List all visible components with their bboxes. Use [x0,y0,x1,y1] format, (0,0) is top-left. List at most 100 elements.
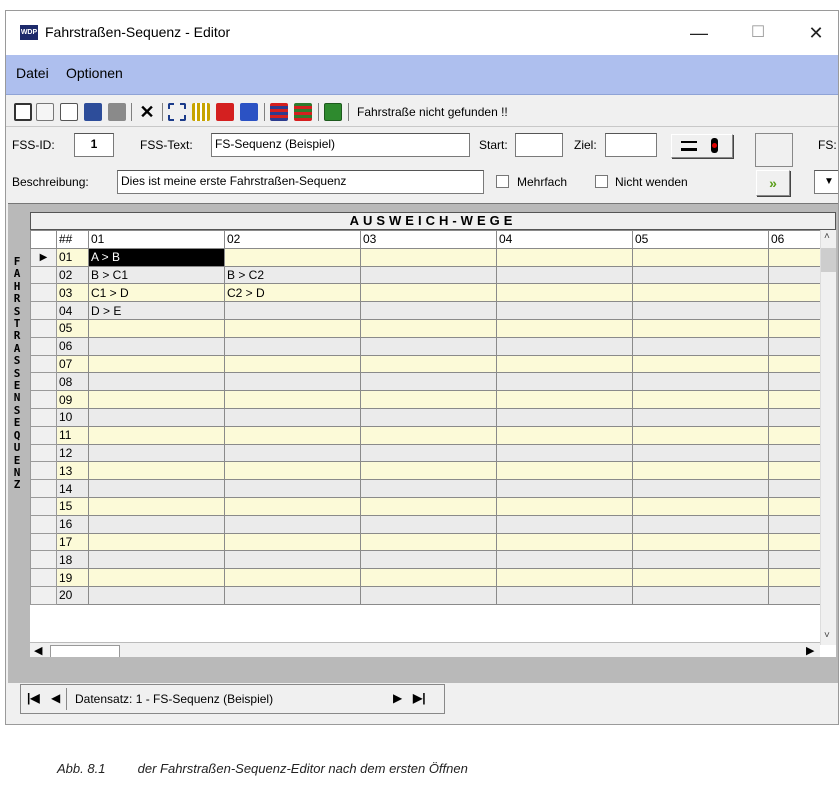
delete-icon[interactable]: ✕ [138,103,156,121]
route-cell[interactable] [496,479,633,498]
ziel-field[interactable] [605,133,657,157]
table-row[interactable]: ▶ 01 A > B [30,247,829,267]
swap-icon[interactable] [240,103,258,121]
route-cell[interactable] [224,301,361,320]
route-cell[interactable] [632,496,769,516]
route-cell[interactable] [88,585,225,605]
table-row[interactable]: 09 [30,390,829,409]
route-cell[interactable] [88,354,225,374]
table-row[interactable]: 06 [30,336,829,356]
route-cell[interactable] [632,568,769,587]
route-cell[interactable] [88,407,225,427]
minimize-button[interactable]: — [679,19,719,47]
route-cell[interactable] [496,407,633,427]
route-cell[interactable] [224,496,361,516]
table-row[interactable]: 18 [30,550,829,570]
route-cell[interactable] [632,336,769,356]
route-cell[interactable] [632,407,769,427]
route-cell[interactable] [224,550,361,570]
grid-icon[interactable] [192,103,210,121]
scroll-thumb[interactable] [821,248,836,272]
table-row[interactable]: 17 [30,532,829,552]
route-cell[interactable] [360,407,497,427]
scroll-right-icon[interactable]: ▶ [806,644,814,657]
last-record-icon[interactable]: ▶| [413,691,426,705]
table-row[interactable]: 08 [30,372,829,392]
route-cell[interactable] [224,354,361,374]
maximize-button[interactable]: ☐ [738,19,778,47]
route-cell[interactable]: B > C1 [88,265,225,285]
first-record-icon[interactable]: |◀ [27,691,40,705]
route-cell[interactable] [224,585,361,605]
route-cell[interactable] [632,354,769,374]
mehrfach-checkbox[interactable] [496,175,509,188]
row-selector[interactable] [30,532,57,552]
route-cell[interactable] [632,514,769,534]
route-cell[interactable] [88,479,225,498]
table-row[interactable]: 12 [30,443,829,463]
row-selector[interactable] [30,283,57,303]
exit-icon[interactable] [324,103,342,121]
new-window-icon[interactable] [14,103,32,121]
route-cell[interactable] [360,514,497,534]
route-cell[interactable] [360,336,497,356]
route-cell[interactable] [496,336,633,356]
route-cell[interactable] [496,496,633,516]
route-cell[interactable] [496,461,633,481]
column-header[interactable]: 05 [632,230,769,249]
table-row[interactable]: 04 D > E [30,301,829,320]
route-cell[interactable] [496,585,633,605]
current-row-indicator[interactable]: ▶ [30,247,57,267]
table-row[interactable]: 10 [30,407,829,427]
route-cell[interactable] [88,425,225,445]
route-cell[interactable] [224,514,361,534]
route-cell[interactable] [88,336,225,356]
route-cell[interactable] [632,265,769,285]
route-cell[interactable] [224,372,361,392]
hscroll-thumb[interactable] [50,645,120,657]
route-cell[interactable] [632,318,769,338]
route-cell[interactable] [360,550,497,570]
beschreibung-field[interactable]: Dies ist meine erste Fahrstraßen-Sequenz [117,170,484,194]
row-selector[interactable] [30,372,57,392]
route-cell[interactable] [88,318,225,338]
route-cell[interactable] [360,532,497,552]
table-row[interactable]: 11 [30,425,829,445]
route-cell[interactable] [360,390,497,409]
vertical-scrollbar[interactable]: ˄ ˅ [820,230,836,645]
table-row[interactable]: 05 [30,318,829,338]
route-cell[interactable] [360,265,497,285]
table-row[interactable]: 02 B > C1 B > C2 [30,265,829,285]
route-cell[interactable] [360,283,497,303]
table-row[interactable]: 20 [30,585,829,605]
table-row[interactable]: 19 [30,568,829,587]
route-cell[interactable] [224,425,361,445]
route-cell[interactable] [88,532,225,552]
save-icon[interactable] [84,103,102,121]
route-cell[interactable] [632,461,769,481]
route-cell[interactable] [88,496,225,516]
print-icon[interactable] [108,103,126,121]
route-cell[interactable] [496,514,633,534]
route-cell[interactable] [496,265,633,285]
route-cell[interactable] [496,372,633,392]
route-cell[interactable] [360,443,497,463]
row-selector[interactable] [30,568,57,587]
route-cell[interactable] [496,318,633,338]
route-cell[interactable] [632,479,769,498]
route-cell[interactable] [224,479,361,498]
route-cell[interactable] [632,425,769,445]
route-cell[interactable] [88,461,225,481]
route-cell[interactable] [496,550,633,570]
row-selector[interactable] [30,585,57,605]
number-icon[interactable] [216,103,234,121]
route-cell[interactable] [360,372,497,392]
route-cell[interactable]: A > B [88,247,225,267]
route-cell[interactable] [496,532,633,552]
scroll-up-icon[interactable]: ˄ [824,231,830,242]
route-cell[interactable] [224,407,361,427]
route-cell[interactable] [496,247,633,267]
route-export-icon[interactable] [294,103,312,121]
route-cell[interactable] [360,301,497,320]
close-button[interactable]: ✕ [796,19,836,47]
